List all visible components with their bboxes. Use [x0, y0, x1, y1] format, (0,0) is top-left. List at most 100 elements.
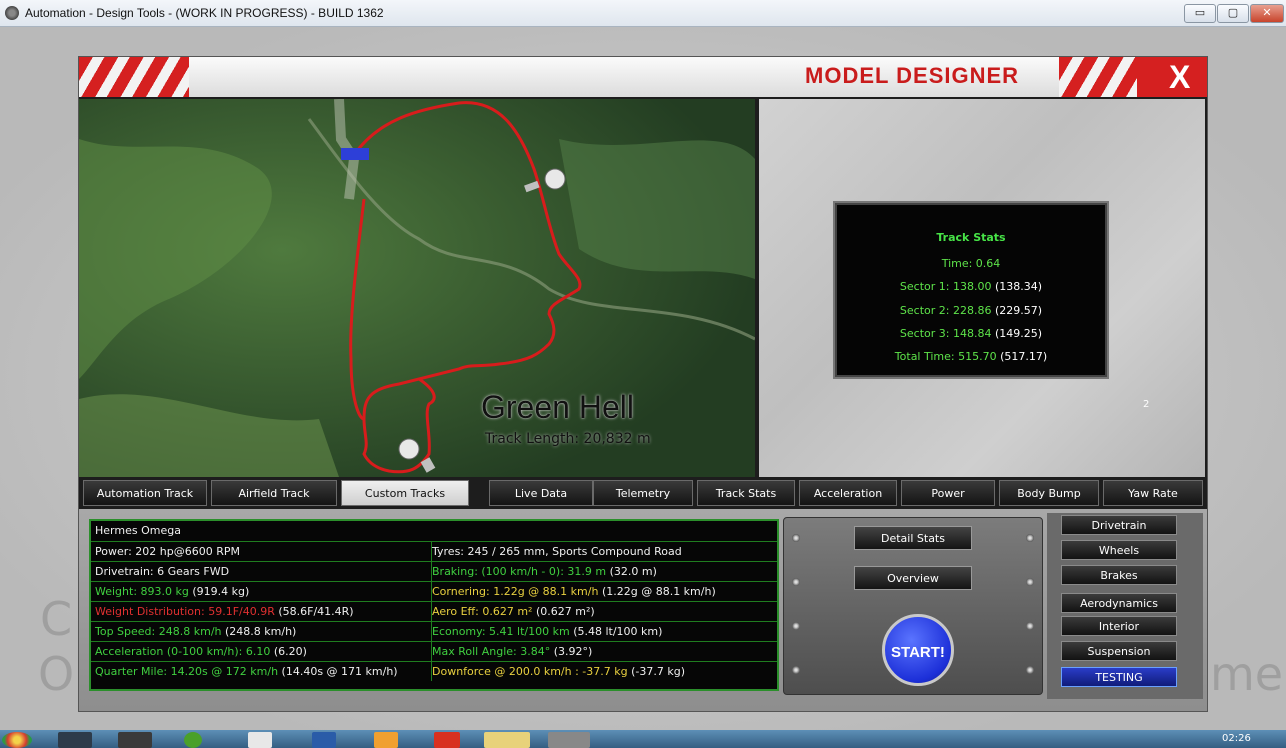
model-designer-panel: MODEL DESIGNER X Green Hell Track Length…: [78, 56, 1208, 712]
detail-stats-button[interactable]: Detail Stats: [854, 526, 972, 550]
start-button[interactable]: START!: [882, 614, 954, 686]
app-icon[interactable]: [434, 732, 460, 748]
background-letter: C: [40, 592, 73, 646]
top-speed-previous: (248.8 km/h): [225, 625, 297, 638]
total-time-previous: (517.17): [1000, 350, 1048, 363]
table-row: Power: 202 hp@6600 RPM Tyres: 245 / 265 …: [91, 541, 777, 561]
taskbar-clock: 02:26: [1222, 733, 1251, 744]
automation-app-icon[interactable]: [548, 732, 590, 748]
headset-icon[interactable]: [312, 732, 336, 748]
car-name: Hermes Omega: [95, 524, 181, 537]
braking-value: Braking: (100 km/h - 0): 31.9 m: [432, 565, 607, 578]
app-icon[interactable]: [248, 732, 272, 748]
sector2-previous: (229.57): [994, 304, 1043, 317]
chrome-icon[interactable]: [2, 732, 32, 748]
folder-icon[interactable]: [484, 732, 530, 748]
quarter-mile-value: Quarter Mile: 14.20s @ 172 km/h: [95, 665, 279, 678]
weight-distribution-value: Weight Distribution: 59.1F/40.9R: [95, 605, 275, 618]
track-stats-sector1: Sector 1: 138.00 (138.34): [837, 280, 1105, 293]
track-stats-time: Time: 0.64: [941, 257, 1001, 270]
sector3-previous: (149.25): [994, 327, 1043, 340]
tab-live-data[interactable]: Live Data: [489, 480, 593, 506]
sector-clock-icon: [544, 168, 566, 190]
page-number: 2: [1143, 399, 1150, 410]
track-stats-area: Track Stats Time: 0.64 Sector 1: 138.00 …: [759, 99, 1205, 477]
top-speed-stat: Top Speed: 248.8 km/h (248.8 km/h): [91, 622, 432, 641]
table-row: Top Speed: 248.8 km/h (248.8 km/h) Econo…: [91, 621, 777, 641]
sector2-value: Sector 2: 228.86: [899, 304, 992, 317]
tab-acceleration[interactable]: Acceleration: [799, 480, 897, 506]
steam-icon[interactable]: [58, 732, 92, 748]
tab-airfield-track[interactable]: Airfield Track: [211, 480, 337, 506]
sidebar-item-brakes[interactable]: Brakes: [1061, 565, 1177, 585]
cornering-previous: (1.22g @ 88.1 km/h): [601, 585, 716, 598]
tab-power[interactable]: Power: [901, 480, 995, 506]
aero-stat: Aero Eff: 0.627 m² (0.627 m²): [428, 602, 772, 621]
power-stat: Power: 202 hp@6600 RPM: [91, 542, 432, 561]
tab-yaw-rate[interactable]: Yaw Rate: [1103, 480, 1203, 506]
bolt-icon: [1026, 578, 1034, 586]
economy-previous: (5.48 lt/100 km): [573, 625, 663, 638]
tab-custom-tracks[interactable]: Custom Tracks: [341, 480, 469, 506]
tab-telemetry[interactable]: Telemetry: [593, 480, 693, 506]
control-panel: Detail Stats Overview START!: [783, 517, 1043, 695]
braking-stat: Braking: (100 km/h - 0): 31.9 m (32.0 m): [428, 562, 772, 581]
tab-body-bump[interactable]: Body Bump: [999, 480, 1099, 506]
sidebar-item-wheels[interactable]: Wheels: [1061, 540, 1177, 560]
aero-previous: (0.627 m²): [535, 605, 595, 618]
acceleration-stat: Acceleration (0-100 km/h): 6.10 (6.20): [91, 642, 432, 661]
close-designer-button[interactable]: X: [1169, 57, 1190, 97]
bolt-icon: [1026, 666, 1034, 674]
close-window-button[interactable]: ✕: [1250, 4, 1284, 23]
bolt-icon: [792, 666, 800, 674]
weight-previous: (919.4 kg): [192, 585, 250, 598]
header-title: MODEL DESIGNER: [805, 63, 1020, 88]
track-name: Green Hell: [481, 389, 634, 425]
car-name-row: Hermes Omega: [91, 521, 777, 540]
file-icon[interactable]: [118, 732, 152, 748]
app-icon[interactable]: [374, 732, 398, 748]
designer-header: MODEL DESIGNER X: [79, 57, 1207, 97]
sidebar-item-drivetrain[interactable]: Drivetrain: [1061, 515, 1177, 535]
sidebar-item-interior[interactable]: Interior: [1061, 616, 1177, 636]
window-titlebar: Automation - Design Tools - (WORK IN PRO…: [0, 0, 1286, 27]
tyres-stat: Tyres: 245 / 265 mm, Sports Compound Roa…: [432, 545, 682, 558]
downforce-value: Downforce @ 200.0 km/h : -37.7 kg: [432, 665, 628, 678]
header-stripes: [79, 57, 189, 97]
bolt-icon: [1026, 534, 1034, 542]
maximize-button[interactable]: ▢: [1217, 4, 1249, 23]
bolt-icon: [792, 534, 800, 542]
tab-automation-track[interactable]: Automation Track: [83, 480, 207, 506]
table-row: Acceleration (0-100 km/h): 6.10 (6.20) M…: [91, 641, 777, 661]
overview-button[interactable]: Overview: [854, 566, 972, 590]
table-row: Weight Distribution: 59.1F/40.9R (58.6F/…: [91, 601, 777, 621]
tab-track-stats[interactable]: Track Stats: [697, 480, 795, 506]
sector1-value: Sector 1: 138.00: [899, 280, 992, 293]
braking-previous: (32.0 m): [609, 565, 657, 578]
sidebar-item-aerodynamics[interactable]: Aerodynamics: [1061, 593, 1177, 613]
track-map: Green Hell Track Length: 20,832 m: [79, 99, 755, 477]
start-finish-marker: [341, 148, 369, 160]
track-stats-sector2: Sector 2: 228.86 (229.57): [837, 304, 1105, 317]
cornering-stat: Cornering: 1.22g @ 88.1 km/h (1.22g @ 88…: [428, 582, 772, 601]
downforce-previous: (-37.7 kg): [631, 665, 686, 678]
sidebar-item-testing[interactable]: TESTING: [1061, 667, 1177, 687]
minimize-button[interactable]: ▭: [1184, 4, 1216, 23]
quarter-mile-stat: Quarter Mile: 14.20s @ 172 km/h (14.40s …: [91, 662, 432, 681]
sidebar-item-suspension[interactable]: Suspension: [1061, 641, 1177, 661]
sector3-value: Sector 3: 148.84: [899, 327, 992, 340]
window-title: Automation - Design Tools - (WORK IN PRO…: [25, 6, 384, 20]
total-time-value: Total Time: 515.70: [894, 350, 997, 363]
track-stats-box: Track Stats Time: 0.64 Sector 1: 138.00 …: [835, 203, 1107, 377]
aero-value: Aero Eff: 0.627 m²: [432, 605, 533, 618]
track-length: Track Length: 20,832 m: [485, 431, 651, 447]
economy-stat: Economy: 5.41 lt/100 km (5.48 lt/100 km): [428, 622, 772, 641]
utorrent-icon[interactable]: [184, 732, 202, 748]
table-row: Quarter Mile: 14.20s @ 172 km/h (14.40s …: [91, 661, 777, 681]
cornering-value: Cornering: 1.22g @ 88.1 km/h: [432, 585, 599, 598]
table-row: Drivetrain: 6 Gears FWD Braking: (100 km…: [91, 561, 777, 581]
bolt-icon: [792, 622, 800, 630]
taskbar: 02:26: [0, 730, 1286, 748]
bottom-panel: Hermes Omega Power: 202 hp@6600 RPM Tyre…: [79, 509, 1207, 711]
bolt-icon: [1026, 622, 1034, 630]
